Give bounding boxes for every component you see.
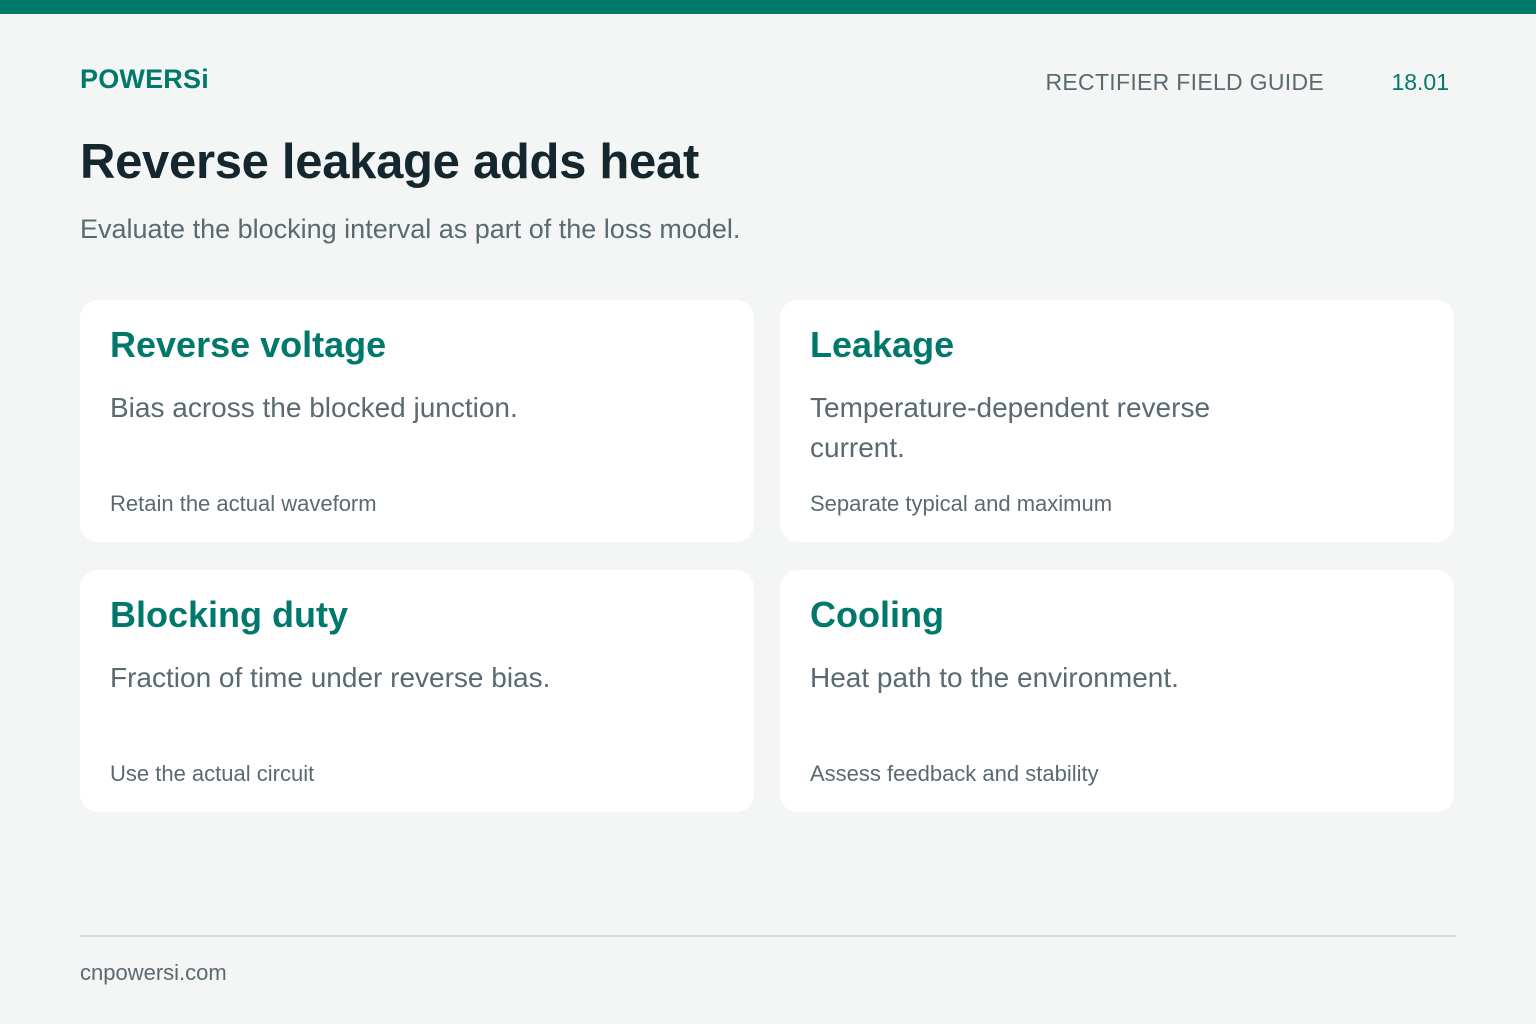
page-subtitle: Evaluate the blocking interval as part o… xyxy=(80,214,741,244)
card-title: Cooling xyxy=(810,594,944,635)
card-blocking-duty: Blocking duty Fraction of time under rev… xyxy=(80,570,754,812)
card-description: Bias across the blocked junction. xyxy=(110,392,518,423)
card-reverse-voltage: Reverse voltage Bias across the blocked … xyxy=(80,300,754,542)
footer-divider xyxy=(80,935,1456,937)
card-description: Temperature-dependent reverse current. xyxy=(810,392,1211,463)
card-note: Separate typical and maximum xyxy=(810,491,1113,516)
card-title: Blocking duty xyxy=(110,594,349,635)
card-leakage: Leakage Temperature-dependent reverse cu… xyxy=(780,300,1454,542)
card-note: Assess feedback and stability xyxy=(810,761,1099,786)
card-title: Leakage xyxy=(810,324,955,365)
footer-website: cnpowersi.com xyxy=(80,960,227,985)
card-description: Heat path to the environment. xyxy=(810,662,1179,693)
card-cooling: Cooling Heat path to the environment. As… xyxy=(780,570,1454,812)
page-number: 18.01 xyxy=(1391,69,1449,95)
card-note: Use the actual circuit xyxy=(110,761,315,786)
card-note: Retain the actual waveform xyxy=(110,491,377,516)
guide-label: RECTIFIER FIELD GUIDE xyxy=(1045,69,1324,95)
top-accent-bar xyxy=(0,0,1536,14)
page-title: Reverse leakage adds heat xyxy=(80,135,699,189)
card-description: Fraction of time under reverse bias. xyxy=(110,662,551,693)
card-title: Reverse voltage xyxy=(110,324,387,365)
brand-logo: POWERSi xyxy=(80,64,209,94)
